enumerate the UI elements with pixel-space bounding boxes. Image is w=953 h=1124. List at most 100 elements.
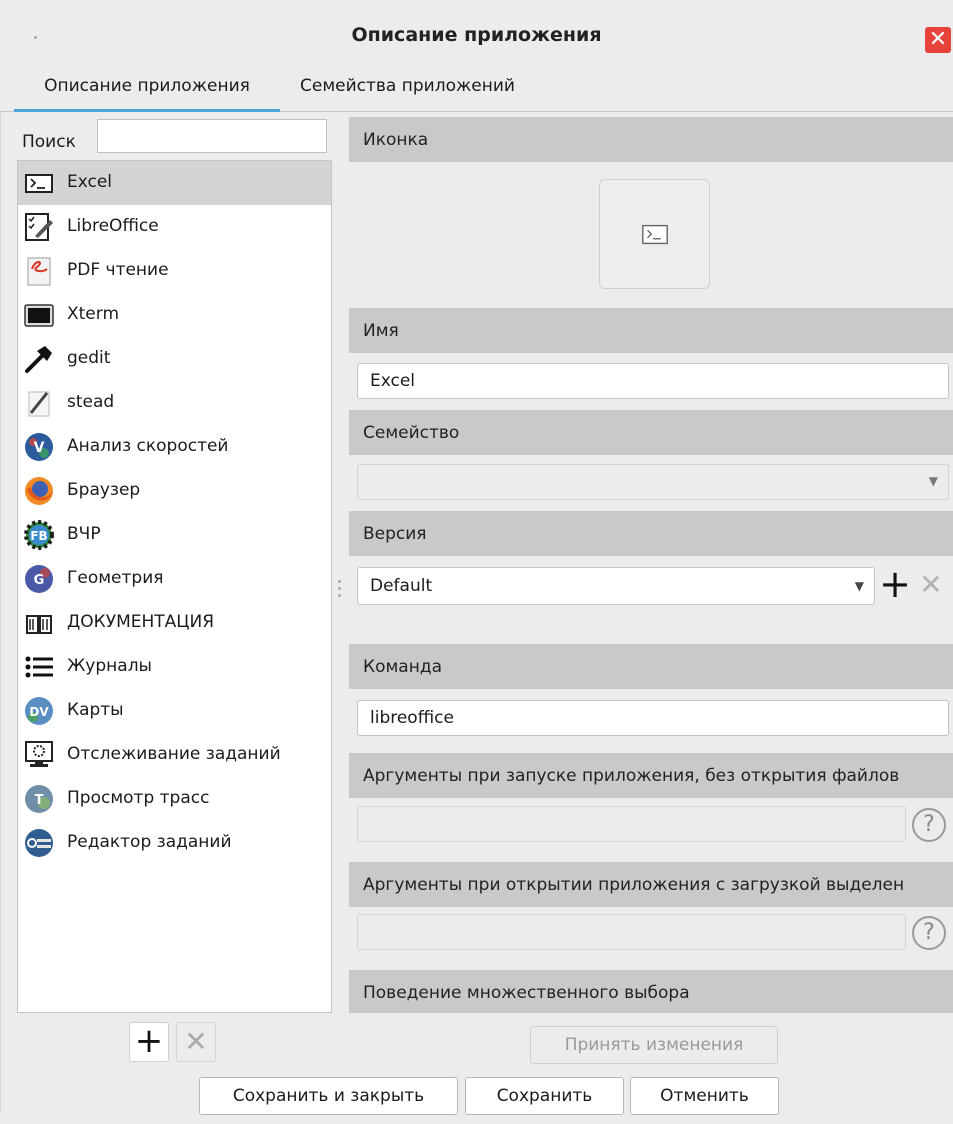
firefox-icon (25, 477, 53, 505)
svg-text:DV: DV (29, 705, 49, 719)
accept-changes-button[interactable]: Принять изменения (530, 1026, 778, 1064)
list-item-label: Браузер (67, 480, 141, 500)
tab-app-families[interactable]: Семейства приложений (300, 62, 515, 112)
tab-app-description[interactable]: Описание приложения (14, 62, 280, 112)
list-item-xterm[interactable]: Xterm (18, 293, 331, 337)
job-monitor-icon (25, 741, 53, 767)
chevron-down-icon: ▼ (928, 474, 938, 488)
list-icon (25, 656, 53, 678)
list-item-label: Журналы (67, 656, 152, 676)
command-field[interactable]: libreoffice (357, 700, 949, 736)
section-label: Семейство (363, 423, 460, 443)
checklist-edit-icon (25, 213, 53, 241)
help-icon[interactable]: ? (912, 808, 946, 842)
svg-text:FB: FB (30, 529, 47, 543)
svg-text:T: T (35, 793, 44, 808)
version-select[interactable]: Default ▼ (357, 567, 875, 605)
list-item-vchr[interactable]: FB ВЧР (18, 513, 331, 557)
args-no-files-field[interactable] (357, 806, 906, 842)
list-item-label: ДОКУМЕНТАЦИЯ (67, 612, 215, 632)
tab-bar: Описание приложения Семейства приложений (0, 62, 953, 112)
app-icon-button[interactable] (599, 179, 710, 289)
xterm-icon (24, 304, 54, 327)
list-item-documentation[interactable]: ДОКУМЕНТАЦИЯ (18, 601, 331, 645)
save-button[interactable]: Сохранить (465, 1077, 624, 1115)
splitter-handle[interactable] (338, 580, 342, 601)
fb-gear-icon: FB (24, 520, 54, 550)
section-label: Аргументы при открытии приложения с загр… (363, 875, 905, 895)
list-item-logs[interactable]: Журналы (18, 645, 331, 689)
svg-text:V: V (34, 440, 45, 456)
remove-version-button[interactable]: ✕ (914, 566, 948, 604)
list-item-label: Геометрия (67, 568, 164, 588)
list-item-job-tracking[interactable]: Отслеживание заданий (18, 733, 331, 777)
list-item-label: gedit (67, 348, 111, 368)
list-item-label: ВЧР (67, 524, 101, 544)
pdf-reader-icon (27, 257, 51, 286)
window-title: Описание приложения (351, 24, 602, 46)
list-item-libreoffice[interactable]: LibreOffice (18, 205, 331, 249)
chevron-down-icon: ▼ (854, 579, 864, 593)
hammer-icon (25, 346, 52, 373)
list-item-label: stead (67, 392, 115, 412)
section-args-with-files: Аргументы при открытии приложения с загр… (349, 862, 953, 907)
list-item-pdf[interactable]: PDF чтение (18, 249, 331, 293)
section-icon: Иконка (349, 117, 953, 162)
job-editor-icon (25, 829, 53, 857)
section-args-no-files: Аргументы при запуске приложения, без от… (349, 753, 953, 798)
window-edge (0, 112, 1, 1112)
command-value: libreoffice (370, 708, 454, 728)
list-item-job-editor[interactable]: Редактор заданий (18, 821, 331, 865)
list-item-stead[interactable]: stead (18, 381, 331, 425)
section-label: Имя (363, 321, 399, 341)
section-command: Команда (349, 644, 953, 689)
section-label: Аргументы при запуске приложения, без от… (363, 766, 900, 786)
app-list: Excel LibreOffice PDF чтение Xterm gedit (17, 160, 332, 1013)
family-select[interactable]: ▼ (357, 464, 949, 500)
list-item-label: Отслеживание заданий (67, 744, 281, 764)
list-item-trace-viewer[interactable]: T Просмотр трасс (18, 777, 331, 821)
list-item-label: Анализ скоростей (67, 436, 229, 456)
list-item-browser[interactable]: Браузер (18, 469, 331, 513)
list-item-label: Редактор заданий (67, 832, 232, 852)
section-label: Версия (363, 524, 427, 544)
name-field[interactable]: Excel (357, 363, 949, 399)
terminal-icon (25, 174, 53, 193)
help-icon[interactable]: ? (912, 916, 946, 950)
add-version-button[interactable]: + (876, 565, 914, 604)
search-input[interactable] (97, 119, 327, 153)
search-label: Поиск (22, 132, 76, 152)
list-item-label: Excel (67, 172, 113, 192)
remove-app-button[interactable]: ✕ (176, 1022, 216, 1062)
list-item-maps[interactable]: DV Карты (18, 689, 331, 733)
section-version: Версия (349, 511, 953, 556)
pencil-icon (28, 391, 50, 417)
svg-text:G: G (34, 573, 45, 588)
section-label: Иконка (363, 130, 429, 150)
list-item-geometry[interactable]: G Геометрия (18, 557, 331, 601)
version-value: Default (370, 576, 433, 596)
section-family: Семейство (349, 410, 953, 455)
list-item-label: PDF чтение (67, 260, 169, 280)
list-item-label: Карты (67, 700, 124, 720)
list-item-velocity[interactable]: V Анализ скоростей (18, 425, 331, 469)
section-name: Имя (349, 308, 953, 353)
section-multiselect: Поведение множественного выбора (349, 970, 953, 1013)
dv-maps-icon: DV (25, 697, 53, 725)
terminal-icon (642, 224, 668, 245)
save-and-close-button[interactable]: Сохранить и закрыть (199, 1077, 458, 1115)
list-item-gedit[interactable]: gedit (18, 337, 331, 381)
velocity-analysis-icon: V (25, 433, 53, 461)
args-with-files-field[interactable] (357, 914, 906, 950)
name-value: Excel (370, 371, 416, 391)
list-item-excel[interactable]: Excel (18, 161, 331, 205)
cancel-button[interactable]: Отменить (630, 1077, 779, 1115)
list-item-label: Xterm (67, 304, 120, 324)
add-app-button[interactable]: + (129, 1022, 169, 1062)
section-label: Команда (363, 657, 442, 677)
trace-viewer-icon: T (25, 785, 53, 813)
geometry-icon: G (25, 565, 53, 593)
close-icon[interactable]: ✕ (925, 27, 951, 53)
list-item-label: LibreOffice (67, 216, 159, 236)
book-icon (26, 615, 52, 634)
